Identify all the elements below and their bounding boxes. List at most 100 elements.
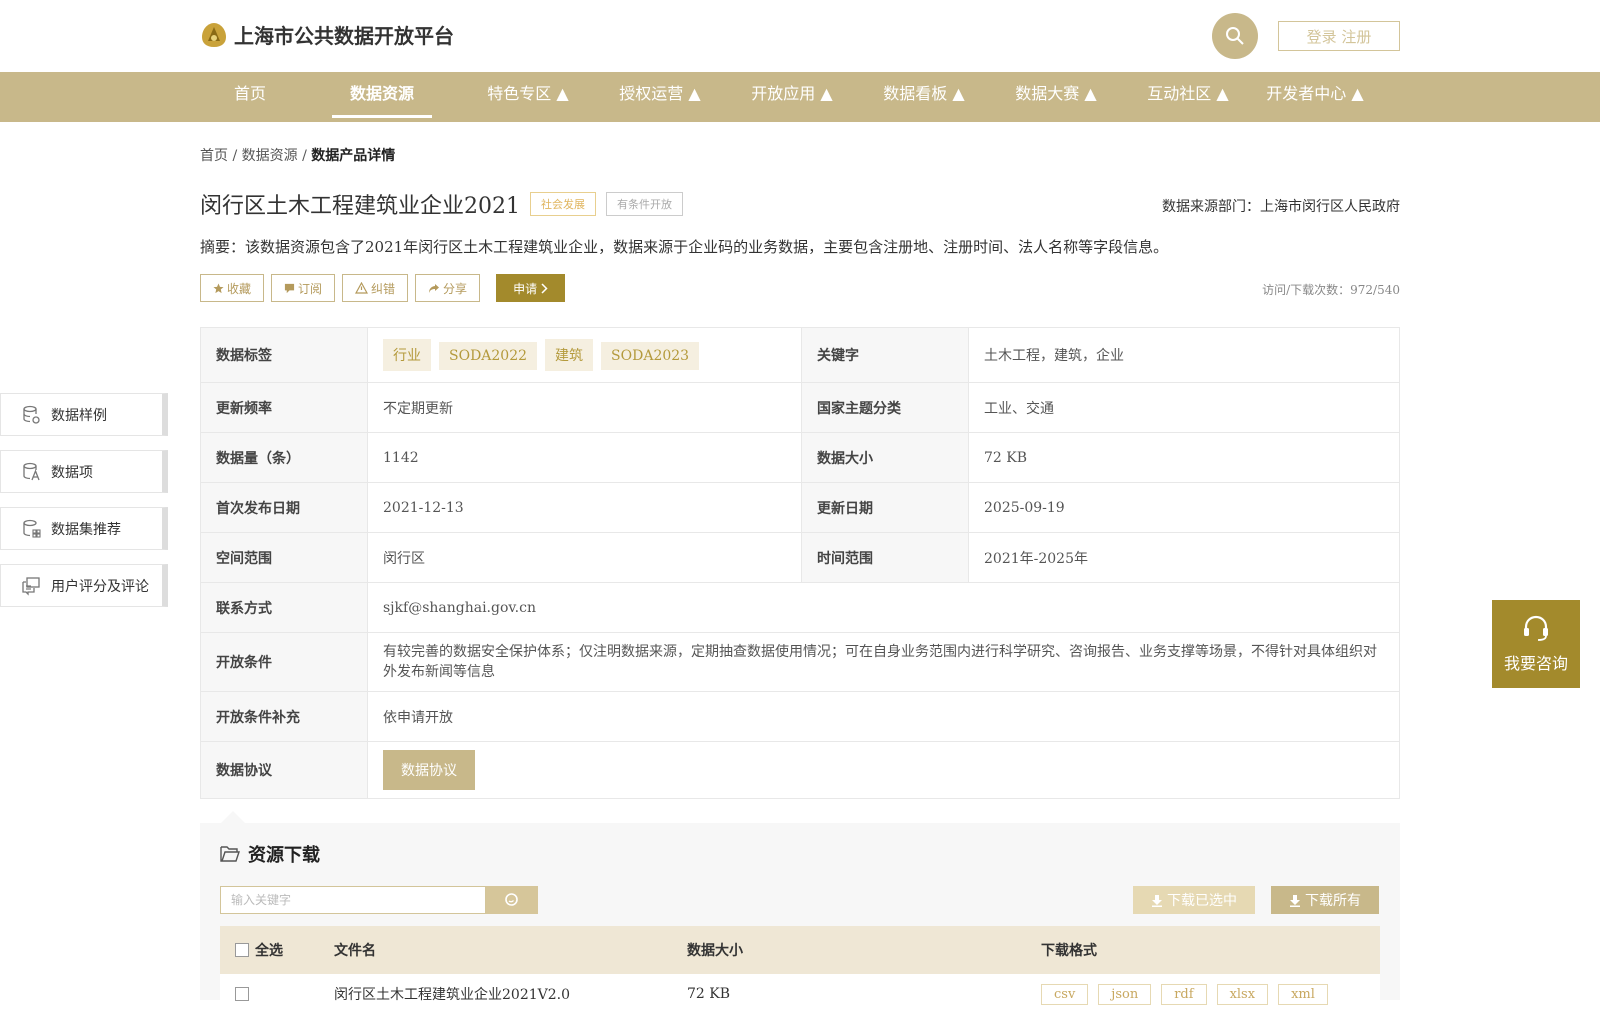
file-name[interactable]: 闵行区土木工程建筑业企业2021V2.0 — [334, 984, 687, 1004]
site-logo[interactable]: 上海市公共数据开放平台 — [200, 20, 454, 49]
share-label: 分享 — [443, 281, 468, 296]
data-tag-chip[interactable]: SODA2022 — [439, 342, 538, 370]
download-selected-label: 下载已选中 — [1167, 893, 1237, 909]
format-json-button[interactable]: json — [1098, 983, 1152, 1005]
breadcrumb-home[interactable]: 首页 — [200, 148, 228, 164]
resource-download-heading: 资源下载 — [220, 841, 320, 867]
time-range-label: 时间范围 — [801, 532, 969, 583]
database-sample-icon — [23, 405, 40, 424]
nav-data-resources[interactable]: 数据资源 — [332, 72, 432, 122]
share-arrow-icon — [429, 283, 440, 293]
subscribe-button[interactable]: 订阅 — [271, 274, 336, 302]
nav-data-contest[interactable]: 数据大赛 ▲ — [998, 72, 1114, 122]
apply-button[interactable]: 申请 — [496, 274, 566, 302]
data-tag-chip[interactable]: 行业 — [383, 339, 431, 371]
update-frequency-label: 更新频率 — [200, 382, 368, 433]
side-item-label: 用户评分及评论 — [51, 578, 149, 595]
favorite-label: 收藏 — [227, 281, 252, 296]
site-title: 上海市公共数据开放平台 — [234, 24, 454, 48]
nav-developer-center[interactable]: 开发者中心 ▲ — [1262, 72, 1368, 122]
table-row: 数据协议 数据协议 — [200, 741, 1400, 799]
format-list: csv json rdf xlsx xml — [1041, 983, 1338, 1005]
header-search-button[interactable] — [1212, 13, 1258, 59]
table-row: 数据量（条） 1142 数据大小 72 KB — [200, 432, 1400, 483]
nav-open-apps[interactable]: 开放应用 ▲ — [734, 72, 850, 122]
tags-cell: 行业 SODA2022 建筑 SODA2023 — [367, 327, 802, 383]
data-protocol-label: 数据协议 — [200, 741, 368, 799]
download-all-label: 下载所有 — [1305, 893, 1361, 909]
product-title: 闵行区土木工程建筑业企业2021 — [200, 194, 520, 219]
update-date-value: 2025-09-19 — [968, 482, 1400, 533]
download-all-button[interactable]: 下载所有 — [1271, 886, 1379, 914]
report-error-button[interactable]: 纠错 — [342, 274, 409, 302]
nav-featured-zones[interactable]: 特色专区 ▲ — [470, 72, 586, 122]
side-item-label: 数据项 — [51, 464, 93, 481]
first-publish-label: 首次发布日期 — [200, 482, 368, 533]
resource-search-input[interactable] — [220, 886, 486, 914]
comment-icon — [22, 576, 40, 596]
data-protocol-button[interactable]: 数据协议 — [383, 750, 475, 790]
keywords-label: 关键字 — [801, 327, 969, 383]
data-size-label: 数据大小 — [801, 432, 969, 483]
table-row: 开放条件补充 依申请开放 — [200, 691, 1400, 742]
bookmark-flag-icon — [284, 283, 295, 293]
select-all-checkbox[interactable] — [235, 943, 249, 957]
update-frequency-value: 不定期更新 — [367, 382, 802, 433]
national-theme-value: 工业、交通 — [968, 382, 1400, 433]
breadcrumb-resources[interactable]: 数据资源 — [242, 148, 298, 164]
metadata-table: 数据标签 行业 SODA2022 建筑 SODA2023 关键字 土木工程，建筑，企业… — [200, 327, 1400, 799]
resource-table-header: 全选 文件名 数据大小 下载格式 — [220, 926, 1380, 974]
update-date-label: 更新日期 — [801, 482, 969, 533]
contact-label: 联系方式 — [200, 582, 368, 633]
open-condition-value: 有较完善的数据安全保护体系；仅注明数据来源，定期抽查数据使用情况；可在自身业务范… — [367, 632, 1400, 692]
side-item-ratings-comments[interactable]: 用户评分及评论 — [0, 564, 168, 607]
format-rdf-button[interactable]: rdf — [1161, 983, 1207, 1005]
spatial-range-label: 空间范围 — [200, 532, 368, 583]
breadcrumb-separator: / — [302, 148, 307, 164]
data-tag-chip[interactable]: SODA2023 — [601, 342, 700, 370]
column-filename: 文件名 — [334, 943, 376, 959]
nav-authorized-ops[interactable]: 授权运营 ▲ — [602, 72, 718, 122]
nav-home[interactable]: 首页 — [226, 72, 274, 122]
download-selected-button[interactable]: 下载已选中 — [1133, 886, 1255, 914]
side-item-data-fields[interactable]: 数据项 — [0, 450, 168, 493]
format-xml-button[interactable]: xml — [1278, 983, 1328, 1005]
category-tag: 社会发展 — [530, 192, 596, 216]
table-row: 空间范围 闵行区 时间范围 2021年-2025年 — [200, 532, 1400, 583]
nav-community[interactable]: 互动社区 ▲ — [1130, 72, 1246, 122]
open-condition-label: 开放条件 — [200, 632, 368, 692]
share-button[interactable]: 分享 — [415, 274, 481, 302]
action-bar: 收藏 订阅 纠错 分享 申请 — [200, 274, 566, 302]
consult-button[interactable]: 我要咨询 — [1492, 600, 1580, 688]
data-size-value: 72 KB — [968, 432, 1400, 483]
nav-data-dashboard[interactable]: 数据看板 ▲ — [866, 72, 982, 122]
side-item-data-sample[interactable]: 数据样例 — [0, 393, 168, 436]
contact-value: sjkf@shanghai.gov.cn — [367, 582, 1400, 633]
table-row: 更新频率 不定期更新 国家主题分类 工业、交通 — [200, 382, 1400, 433]
open-condition-tag: 有条件开放 — [606, 192, 683, 216]
record-count-label: 数据量（条） — [200, 432, 368, 483]
row-checkbox[interactable] — [235, 987, 249, 1001]
resource-search-button[interactable] — [486, 886, 538, 914]
data-protocol-cell: 数据协议 — [367, 741, 1400, 799]
format-csv-button[interactable]: csv — [1041, 983, 1089, 1005]
favorite-button[interactable]: 收藏 — [200, 274, 265, 302]
format-xlsx-button[interactable]: xlsx — [1216, 983, 1269, 1005]
search-icon — [1226, 27, 1244, 45]
search-icon — [505, 893, 518, 906]
table-row: 闵行区土木工程建筑业企业2021V2.0 72 KB csv json rdf xls… — [220, 974, 1380, 1014]
data-tag-chip[interactable]: 建筑 — [545, 339, 594, 371]
open-condition-extra-value: 依申请开放 — [367, 691, 1400, 742]
column-size: 数据大小 — [687, 943, 743, 959]
national-theme-label: 国家主题分类 — [801, 382, 969, 433]
breadcrumb-separator: / — [232, 148, 238, 164]
login-register-button[interactable]: 登录 注册 — [1278, 21, 1400, 51]
side-item-dataset-recommend[interactable]: 数据集推荐 — [0, 507, 168, 550]
consult-label: 我要咨询 — [1503, 654, 1568, 673]
logo-emblem-icon — [202, 22, 226, 47]
apply-label: 申请 — [513, 281, 538, 296]
time-range-value: 2021年-2025年 — [968, 532, 1400, 583]
database-recommend-icon — [23, 519, 41, 538]
side-item-label: 数据样例 — [51, 407, 107, 424]
chevron-right-icon — [541, 282, 548, 294]
